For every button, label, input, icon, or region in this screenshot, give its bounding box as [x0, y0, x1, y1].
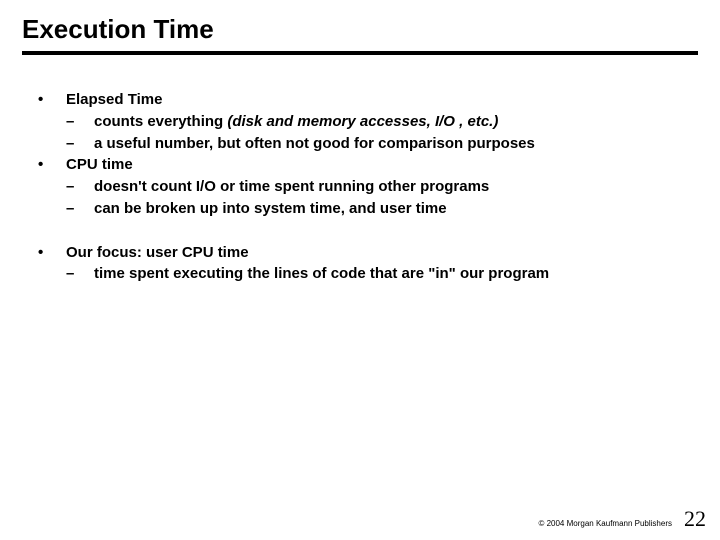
bullet-1: • Elapsed Time [32, 89, 698, 111]
sub-text-italic: (disk and memory accesses, I/O , etc.) [227, 113, 498, 130]
sub-text-plain: counts everything [94, 113, 227, 130]
dash-icon: – [66, 133, 94, 155]
bullet-2: • CPU time [32, 154, 698, 176]
bullet-3-head: Our focus: user CPU time [66, 242, 698, 264]
slide-content: • Elapsed Time – counts everything (disk… [22, 89, 698, 285]
bullet-3: • Our focus: user CPU time [32, 242, 698, 264]
bullet-icon: • [32, 154, 66, 176]
dash-icon: – [66, 111, 94, 133]
bullet-1-sub-2: – a useful number, but often not good fo… [32, 133, 698, 155]
bullet-2-sub-1: – doesn't count I/O or time spent runnin… [32, 176, 698, 198]
bullet-1-sub-2-text: a useful number, but often not good for … [94, 133, 698, 155]
dash-icon: – [66, 176, 94, 198]
copyright-text: © 2004 Morgan Kaufmann Publishers [538, 519, 672, 528]
title-rule [22, 51, 698, 55]
dash-icon: – [66, 263, 94, 285]
bullet-3-sub-1-text: time spent executing the lines of code t… [94, 263, 698, 285]
bullet-1-sub-1-text: counts everything (disk and memory acces… [94, 111, 698, 133]
footer: © 2004 Morgan Kaufmann Publishers 22 [538, 506, 706, 532]
bullet-3-sub-1: – time spent executing the lines of code… [32, 263, 698, 285]
bullet-2-sub-2-text: can be broken up into system time, and u… [94, 198, 698, 220]
slide: Execution Time • Elapsed Time – counts e… [0, 0, 720, 285]
page-number: 22 [684, 506, 706, 532]
bullet-1-head: Elapsed Time [66, 89, 698, 111]
spacer [32, 220, 698, 242]
bullet-2-sub-2: – can be broken up into system time, and… [32, 198, 698, 220]
bullet-1-sub-1: – counts everything (disk and memory acc… [32, 111, 698, 133]
bullet-icon: • [32, 242, 66, 264]
dash-icon: – [66, 198, 94, 220]
slide-title: Execution Time [22, 14, 698, 45]
bullet-2-sub-1-text: doesn't count I/O or time spent running … [94, 176, 698, 198]
bullet-2-head: CPU time [66, 154, 698, 176]
bullet-icon: • [32, 89, 66, 111]
